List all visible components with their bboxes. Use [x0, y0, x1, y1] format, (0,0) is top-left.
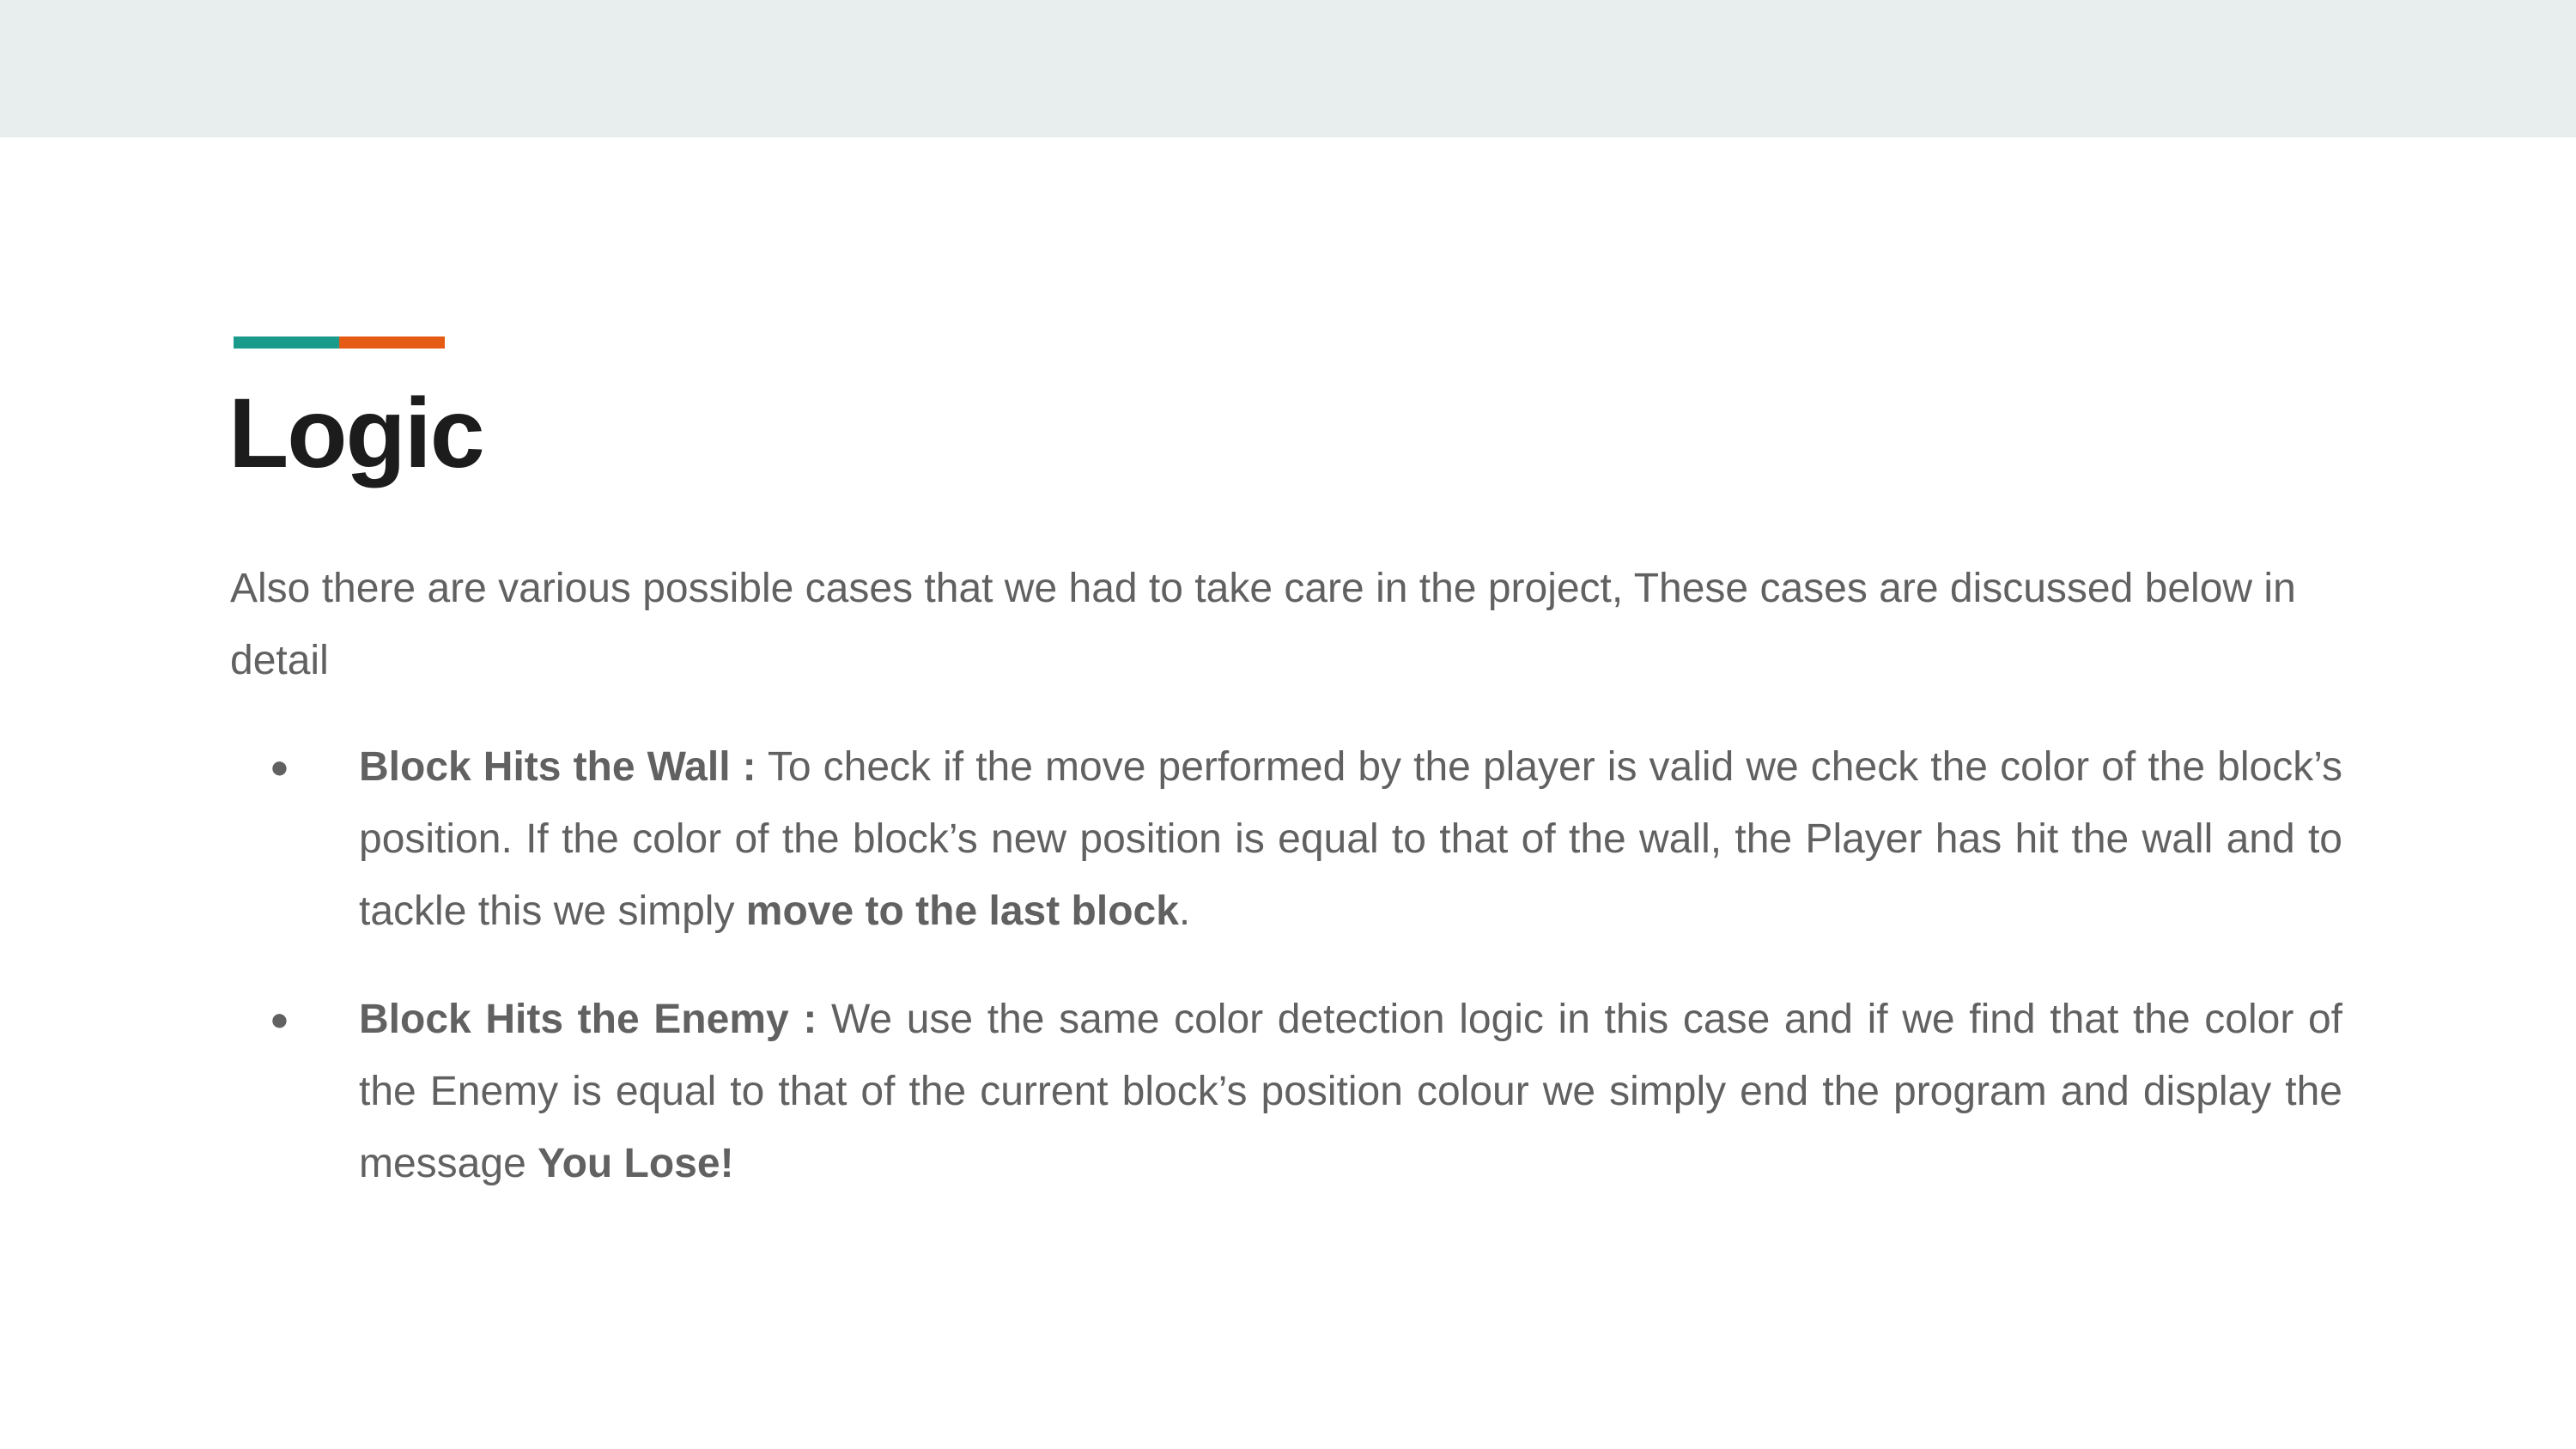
list-item: ● Block Hits the Enemy : We use the same …	[230, 984, 2342, 1200]
bullet-marker: ●	[270, 749, 289, 785]
accent-orange-segment	[339, 336, 445, 349]
bullet-marker: ●	[270, 1002, 289, 1038]
bullet-emphasis: move to the last block	[745, 888, 1179, 934]
bullet-heading: Block Hits the Enemy :	[359, 997, 817, 1042]
bullet-tail: .	[1178, 888, 1191, 934]
top-band	[0, 0, 2576, 137]
title-accent-bar	[234, 336, 445, 349]
list-item: ● Block Hits the Wall : To check if the m…	[230, 731, 2342, 948]
bullet-emphasis: You Lose!	[538, 1141, 734, 1186]
slide-title: Logic	[228, 379, 485, 488]
intro-paragraph: Also there are various possible cases th…	[230, 566, 2296, 683]
slide-body: Also there are various possible cases th…	[230, 553, 2342, 1236]
case-list: ● Block Hits the Wall : To check if the m…	[230, 731, 2342, 1200]
accent-teal-segment	[234, 336, 339, 349]
bullet-heading: Block Hits the Wall :	[359, 744, 756, 790]
